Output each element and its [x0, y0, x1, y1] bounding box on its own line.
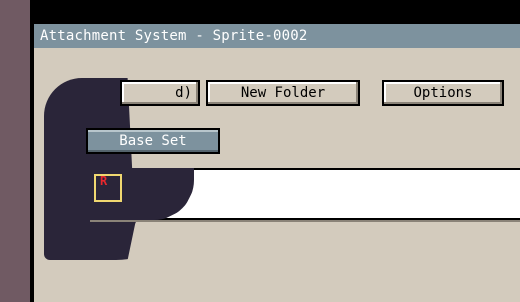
base-set-button[interactable]: Base Set	[86, 128, 220, 154]
window-title[interactable]: Attachment System - Sprite-0002	[34, 24, 520, 48]
options-button[interactable]: Options	[382, 80, 504, 106]
attachment-slot[interactable]: R	[94, 174, 122, 202]
attachment-window: Attachment System - Sprite-0002 d) New F…	[32, 22, 520, 302]
new-folder-button[interactable]: New Folder	[206, 80, 360, 106]
background-panel	[0, 0, 30, 302]
partially-hidden-button[interactable]: d)	[120, 80, 200, 106]
window-content: d) New Folder Options Base Set R	[34, 48, 520, 302]
slot-label: R	[100, 174, 108, 188]
